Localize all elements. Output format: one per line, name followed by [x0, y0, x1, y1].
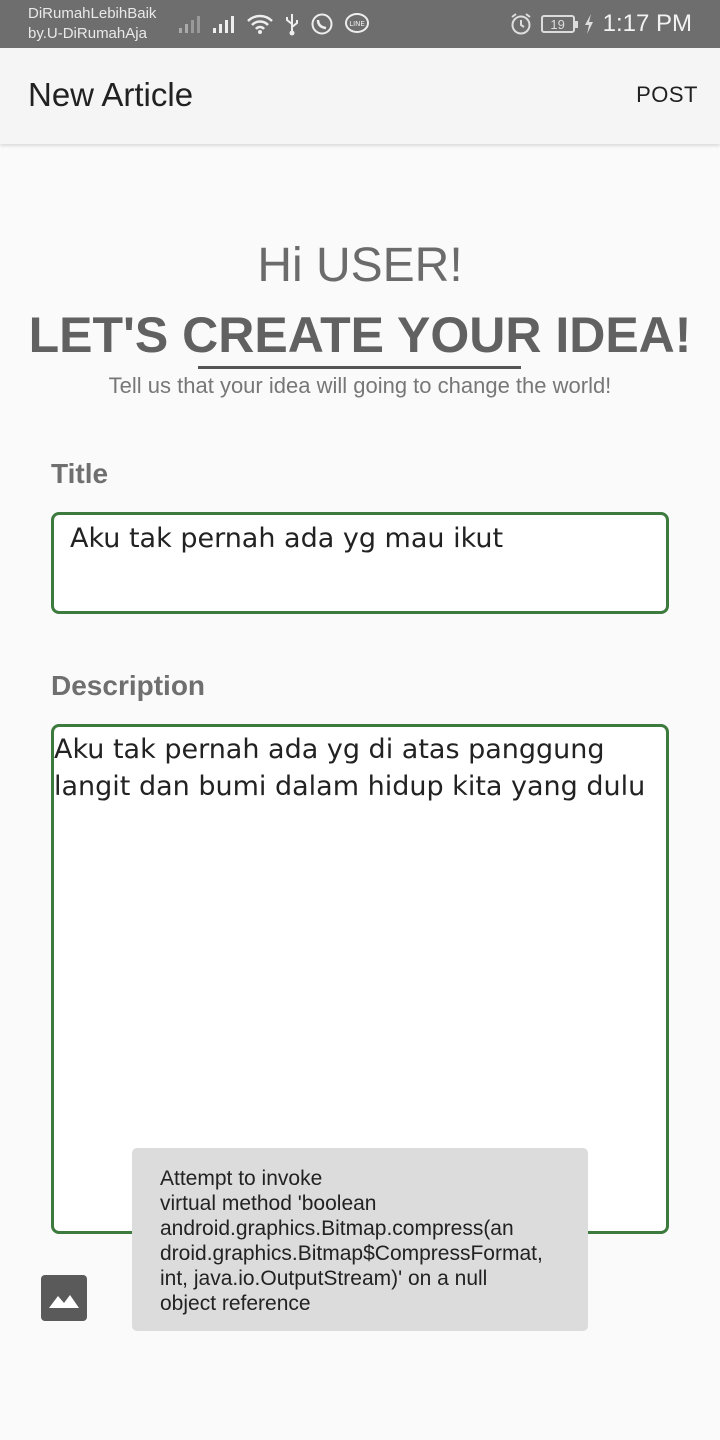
error-toast: Attempt to invoke virtual method 'boolea… [132, 1148, 588, 1331]
signal-weak-icon [179, 16, 200, 33]
headline-underline [198, 366, 521, 369]
status-bar: DiRumahLebihBaik by.U-DiRumahAja LINE 19… [0, 0, 720, 48]
carrier-name: DiRumahLebihBaik by.U-DiRumahAja [28, 4, 156, 44]
charging-icon [584, 14, 593, 34]
alarm-icon [511, 13, 531, 35]
battery-icon: 19 [540, 15, 578, 33]
toast-line: object reference [160, 1292, 311, 1315]
carrier-line-2: by.U-DiRumahAja [28, 25, 147, 42]
wifi-icon [247, 14, 273, 34]
greeting-heading: Hi USER! [257, 239, 463, 292]
headline-heading: LET'S CREATE YOUR IDEA! [28, 307, 692, 363]
usb-icon [286, 14, 298, 36]
toast-line: android.graphics.Bitmap.compress(an [160, 1217, 514, 1240]
image-icon [49, 1295, 79, 1308]
battery-level: 19 [550, 16, 565, 32]
toast-line: droid.graphics.Bitmap$CompressFormat, [160, 1242, 543, 1265]
status-icons: LINE [178, 10, 370, 38]
carrier-line-1: DiRumahLebihBaik [28, 5, 157, 22]
description-label: Description [51, 670, 206, 701]
toast-line: Attempt to invoke [160, 1167, 323, 1190]
toast-line: virtual method 'boolean [160, 1192, 377, 1215]
line-icon: LINE [345, 13, 369, 33]
svg-text:LINE: LINE [349, 20, 365, 28]
app-bar: New Article POST [0, 48, 720, 144]
title-input[interactable]: Aku tak pernah ada yg mau ikut [51, 512, 669, 614]
post-button[interactable]: POST [636, 82, 698, 108]
status-right: 19 1:17 PM [509, 8, 692, 40]
title-label: Title [51, 458, 109, 489]
whatsapp-icon [311, 13, 333, 35]
tagline-text: Tell us that your idea will going to cha… [108, 373, 612, 398]
add-image-button[interactable] [41, 1275, 87, 1321]
status-time: 1:17 PM [602, 10, 692, 37]
page-title: New Article [28, 76, 194, 113]
toast-line: int, java.io.OutputStream)' on a null [160, 1267, 488, 1290]
signal-icon [213, 16, 234, 33]
